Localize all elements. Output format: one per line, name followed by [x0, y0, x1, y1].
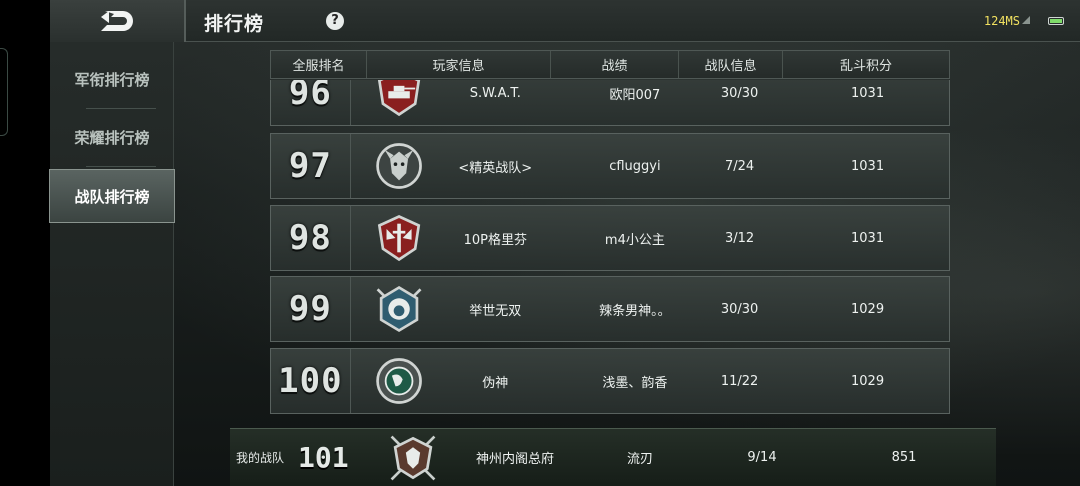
- sidebar-item-rank-leaderboard[interactable]: 军衔排行榜: [50, 52, 174, 106]
- rank-number: 100: [271, 349, 351, 413]
- record: 辣条男神。。: [599, 303, 671, 319]
- team-name: S.W.A.T.: [469, 85, 521, 101]
- screen-edge: [0, 0, 50, 486]
- sidebar-divider: [86, 108, 156, 109]
- my-team-info: 9/14: [747, 450, 777, 465]
- rank-number: 99: [271, 277, 351, 341]
- team-info: 7/24: [724, 158, 755, 174]
- table-header: 全服排名 玩家信息 战绩 战队信息 乱斗积分: [270, 50, 950, 79]
- my-team-record: 流刃: [626, 452, 653, 467]
- battery-icon: [1048, 17, 1064, 25]
- page-title: 排行榜: [204, 13, 265, 35]
- brawl-score: 1031: [851, 85, 885, 101]
- leaderboard-list[interactable]: 96 S.W.A.T. 欧阳007 30/30 1031 97 <精英战队> c…: [270, 80, 950, 414]
- my-team-score: 851: [891, 450, 917, 465]
- signal-icon: [1022, 16, 1030, 24]
- my-team-label: 我的战队: [236, 451, 285, 465]
- team-info: 30/30: [720, 301, 759, 317]
- wolf-crossed-swords-emblem-icon: [390, 435, 436, 480]
- table-row[interactable]: 100 伪神 浅墨、韵香 11/22 1029: [270, 348, 950, 414]
- team-info: 3/12: [724, 230, 755, 246]
- record: cfluggyi: [609, 158, 661, 174]
- rank-number: 97: [271, 134, 351, 198]
- team-info: 11/22: [720, 373, 759, 389]
- help-icon[interactable]: ?: [326, 12, 344, 30]
- table-row[interactable]: 98 10P格里芬 m4小公主 3/12 1031: [270, 205, 950, 271]
- my-team-name: 神州内阁总府: [475, 452, 554, 467]
- ping-indicator: 124MS: [983, 14, 1020, 28]
- brawl-score: 1031: [851, 230, 885, 246]
- header-brawl-score: 乱斗积分: [839, 59, 892, 74]
- back-button[interactable]: [50, 0, 186, 42]
- header-record: 战绩: [551, 51, 679, 78]
- table-row[interactable]: 97 <精英战队> cfluggyi 7/24 1031: [270, 133, 950, 199]
- edge-notch: [0, 48, 8, 136]
- brawl-score: 1029: [851, 373, 885, 389]
- my-team-rank: 101: [298, 441, 349, 474]
- brawl-score: 1029: [851, 301, 885, 317]
- team-name: 10P格里芬: [463, 232, 527, 248]
- header-player-info: 玩家信息: [367, 51, 551, 78]
- record: 欧阳007: [609, 87, 661, 103]
- back-icon: [101, 11, 133, 31]
- sidebar-item-honor-leaderboard[interactable]: 荣耀排行榜: [50, 110, 174, 164]
- team-name: <精英战队>: [458, 160, 533, 176]
- top-bar: 排行榜 ? 124MS: [50, 0, 1080, 42]
- header-team-info: 战队信息: [679, 51, 783, 78]
- team-name: 举世无双: [469, 303, 522, 319]
- sidebar-divider: [86, 166, 156, 167]
- brawl-score: 1031: [851, 158, 885, 174]
- sidebar: 军衔排行榜 荣耀排行榜 战队排行榜: [49, 42, 175, 486]
- my-team-row[interactable]: 我的战队 101 神州内阁总府 流刃 9/14 851: [230, 428, 996, 486]
- record: m4小公主: [604, 232, 665, 248]
- team-name: 伪神: [482, 375, 509, 391]
- rank-number: 98: [271, 206, 351, 270]
- record: 浅墨、韵香: [602, 375, 668, 391]
- rank-number: 96: [271, 80, 351, 125]
- sidebar-item-team-leaderboard[interactable]: 战队排行榜: [49, 169, 175, 223]
- team-info: 30/30: [720, 85, 759, 101]
- table-row[interactable]: 96 S.W.A.T. 欧阳007 30/30 1031: [270, 80, 950, 126]
- table-row[interactable]: 99 举世无双 辣条男神。。 30/30 1029: [270, 276, 950, 342]
- header-server-rank: 全服排名: [271, 51, 367, 78]
